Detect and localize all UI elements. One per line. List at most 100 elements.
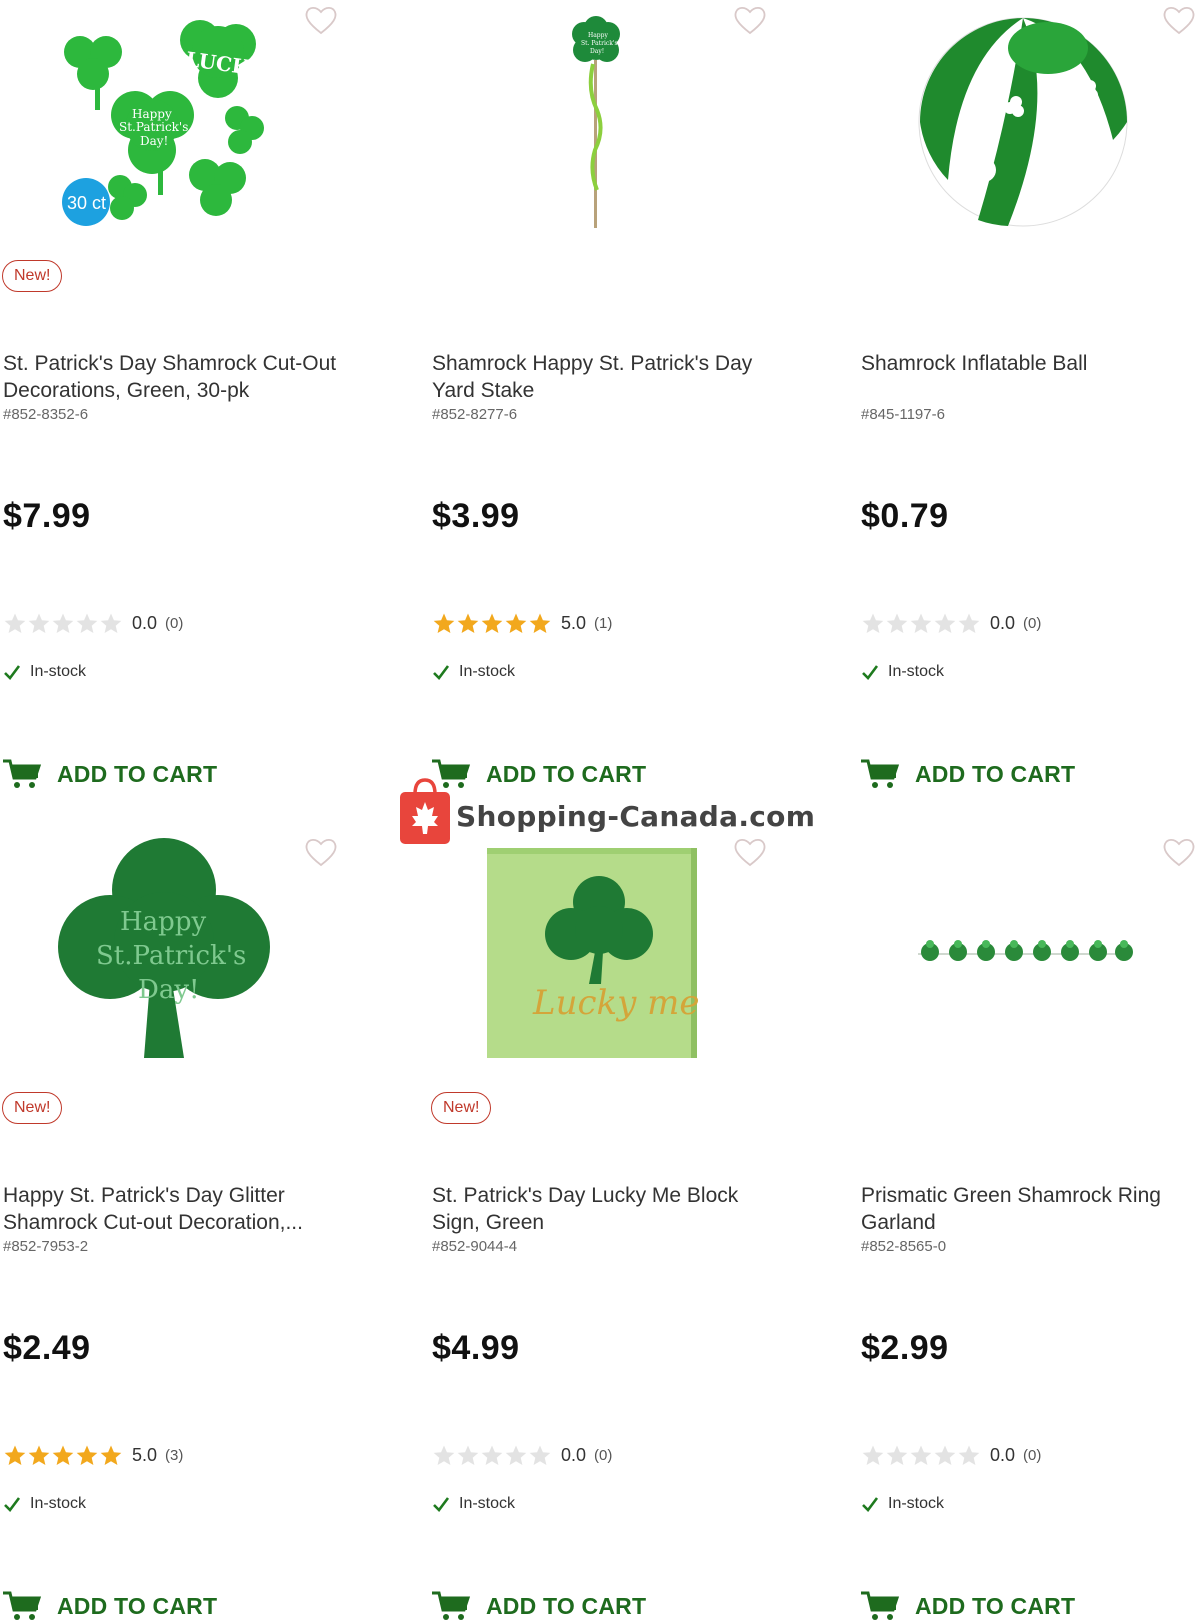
product-card: Prismatic Green Shamrock Ring Garland #8… <box>858 832 1200 1623</box>
star-icon <box>457 1445 479 1465</box>
shopping-cart-icon <box>3 759 42 788</box>
product-sku: #852-9044-4 <box>432 1238 518 1255</box>
review-count[interactable]: (0) <box>165 615 183 632</box>
add-to-cart-label: ADD TO CART <box>915 1592 1076 1619</box>
product-title[interactable]: St. Patrick's Day Shamrock Cut-Out Decor… <box>3 350 343 404</box>
checkmark-icon <box>4 665 21 680</box>
image-text: 30 ct <box>67 193 106 213</box>
add-to-cart-label: ADD TO CART <box>57 1592 218 1619</box>
new-badge: New! <box>2 260 63 292</box>
image-text: Happy <box>120 907 206 937</box>
image-text: Day! <box>590 48 604 55</box>
shopping-cart-icon <box>432 1591 471 1620</box>
rating-stars <box>3 1444 123 1466</box>
stock-label: In-stock <box>30 1495 87 1512</box>
product-card: Happy St.Patrick's Day! New! Happy St. P… <box>0 832 400 1623</box>
review-count[interactable]: (3) <box>165 1447 183 1464</box>
add-to-cart-button[interactable]: ADD TO CART <box>860 758 1075 790</box>
star-icon <box>958 1445 980 1465</box>
wishlist-heart-icon[interactable] <box>1162 836 1196 868</box>
add-to-cart-button[interactable]: ADD TO CART <box>2 1590 217 1622</box>
add-to-cart-button[interactable]: ADD TO CART <box>860 1590 1075 1622</box>
stock-status: In-stock <box>3 663 86 681</box>
review-count[interactable]: (0) <box>1023 1447 1041 1464</box>
star-icon <box>886 613 908 633</box>
review-count[interactable]: (1) <box>594 615 612 632</box>
checkmark-icon <box>862 665 879 680</box>
wishlist-heart-icon[interactable] <box>304 4 338 36</box>
rating-value: 5.0 <box>561 612 587 633</box>
product-title[interactable]: Shamrock Happy St. Patrick's Day Yard St… <box>432 350 772 404</box>
checkmark-icon <box>862 1497 879 1512</box>
rating-stars <box>432 612 552 634</box>
product-card: Happy St. Patrick's Day! Shamrock Happy … <box>429 0 829 832</box>
wishlist-heart-icon[interactable] <box>1162 4 1196 36</box>
image-text: St.Patrick's <box>96 941 246 971</box>
stock-status: In-stock <box>861 1495 944 1513</box>
stock-status: In-stock <box>432 1495 515 1513</box>
checkmark-icon <box>4 1497 21 1512</box>
checkmark-icon <box>433 1497 450 1512</box>
wishlist-heart-icon[interactable] <box>304 836 338 868</box>
product-title[interactable]: Shamrock Inflatable Ball <box>861 350 1200 377</box>
rating-value: 0.0 <box>990 1444 1016 1465</box>
product-sku: #845-1197-6 <box>861 406 945 423</box>
shopping-cart-icon <box>3 1591 42 1620</box>
product-image[interactable] <box>858 0 1198 240</box>
image-text: St.Patrick's <box>119 120 188 134</box>
product-title[interactable]: Prismatic Green Shamrock Ring Garland <box>861 1182 1200 1236</box>
add-to-cart-button[interactable]: ADD TO CART <box>2 758 217 790</box>
shopping-cart-icon <box>861 1591 900 1620</box>
rating-stars <box>3 612 123 634</box>
product-price: $7.99 <box>3 497 91 535</box>
product-image[interactable]: Lucky me <box>429 832 769 1072</box>
star-icon <box>4 1445 26 1465</box>
product-rating: 0.0 (0) <box>3 611 183 635</box>
product-price: $3.99 <box>432 497 520 535</box>
new-badge: New! <box>2 1092 63 1124</box>
shopping-cart-icon <box>861 759 900 788</box>
add-to-cart-label: ADD TO CART <box>915 760 1076 787</box>
product-price: $4.99 <box>432 1329 520 1367</box>
product-image[interactable]: Happy St. Patrick's Day! <box>429 0 769 240</box>
star-icon <box>862 613 884 633</box>
star-icon <box>910 1445 932 1465</box>
product-image[interactable] <box>858 832 1198 1072</box>
product-rating: 5.0 (3) <box>3 1443 183 1467</box>
product-sku: #852-8352-6 <box>3 406 89 423</box>
product-image[interactable]: Happy St.Patrick's Day! <box>0 832 340 1072</box>
star-icon <box>4 613 26 633</box>
star-icon <box>28 613 50 633</box>
stock-label: In-stock <box>888 663 945 680</box>
product-sku: #852-8277-6 <box>432 406 518 423</box>
product-price: $2.99 <box>861 1329 949 1367</box>
star-icon <box>481 613 503 633</box>
review-count[interactable]: (0) <box>1023 615 1041 632</box>
watermark-text: Shopping-Canada.com <box>456 799 816 833</box>
product-title[interactable]: Happy St. Patrick's Day Glitter Shamrock… <box>3 1182 343 1236</box>
image-text: Day! <box>140 134 168 148</box>
star-icon <box>457 613 479 633</box>
product-sku: #852-8565-0 <box>861 1238 947 1255</box>
star-icon <box>28 1445 50 1465</box>
product-rating: 0.0 (0) <box>432 1443 612 1467</box>
review-count[interactable]: (0) <box>594 1447 612 1464</box>
stock-label: In-stock <box>30 663 87 680</box>
rating-value: 5.0 <box>132 1444 158 1465</box>
rating-stars <box>861 1444 981 1466</box>
wishlist-heart-icon[interactable] <box>733 4 767 36</box>
product-price: $2.49 <box>3 1329 91 1367</box>
add-to-cart-label: ADD TO CART <box>57 760 218 787</box>
product-title[interactable]: St. Patrick's Day Lucky Me Block Sign, G… <box>432 1182 772 1236</box>
star-icon <box>529 1445 551 1465</box>
image-text: Happy <box>132 107 172 121</box>
image-text: St. Patrick's <box>581 40 618 47</box>
star-icon <box>433 613 455 633</box>
product-card: 30 ct LUCKY Happy St.Patrick's Day! New!… <box>0 0 400 832</box>
product-image[interactable]: 30 ct LUCKY Happy St.Patrick's Day! <box>0 0 340 240</box>
star-icon <box>934 613 956 633</box>
add-to-cart-button[interactable]: ADD TO CART <box>431 1590 646 1622</box>
star-icon <box>76 1445 98 1465</box>
product-card: Lucky me New! St. Patrick's Day Lucky Me… <box>429 832 829 1623</box>
product-rating: 5.0 (1) <box>432 611 612 635</box>
